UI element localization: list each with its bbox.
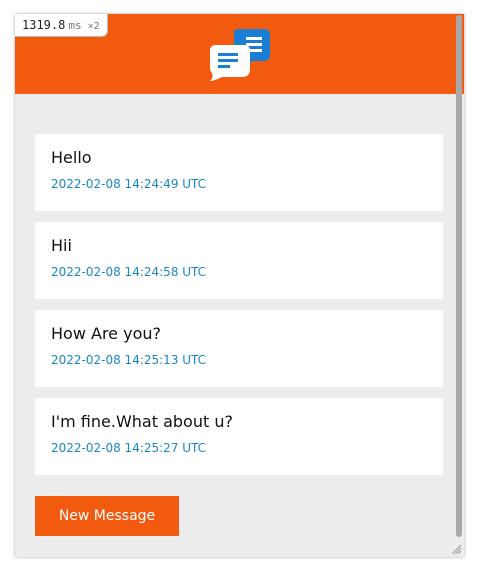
message-timestamp: 2022-02-08 14:24:58 UTC (51, 265, 207, 279)
message-list: Hello 2022-02-08 14:24:49 UTC Hii 2022-0… (35, 134, 443, 486)
message-card: I'm fine.What about u? 2022-02-08 14:25:… (35, 398, 443, 475)
message-card: How Are you? 2022-02-08 14:25:13 UTC (35, 310, 443, 387)
message-card: Hii 2022-02-08 14:24:58 UTC (35, 222, 443, 299)
chat-widget: Hello 2022-02-08 14:24:49 UTC Hii 2022-0… (15, 14, 464, 557)
perf-value: 1319.8 (22, 18, 66, 32)
chat-bubbles-icon (210, 29, 270, 81)
message-card: Hello 2022-02-08 14:24:49 UTC (35, 134, 443, 211)
message-timestamp: 2022-02-08 14:24:49 UTC (51, 177, 207, 191)
message-text: Hii (51, 236, 72, 255)
performance-badge: 1319.8 ms ×2 (15, 14, 108, 37)
message-text: Hello (51, 148, 92, 167)
scrollbar-thumb[interactable] (456, 15, 462, 537)
message-text: How Are you? (51, 324, 161, 343)
perf-unit: ms (68, 19, 82, 32)
perf-multiplier: ×2 (87, 21, 100, 32)
resize-grip-icon[interactable] (450, 543, 462, 555)
vertical-scrollbar[interactable] (455, 14, 463, 538)
message-timestamp: 2022-02-08 14:25:13 UTC (51, 353, 207, 367)
message-text: I'm fine.What about u? (51, 412, 233, 431)
new-message-button[interactable]: New Message (35, 496, 179, 536)
message-timestamp: 2022-02-08 14:25:27 UTC (51, 441, 207, 455)
